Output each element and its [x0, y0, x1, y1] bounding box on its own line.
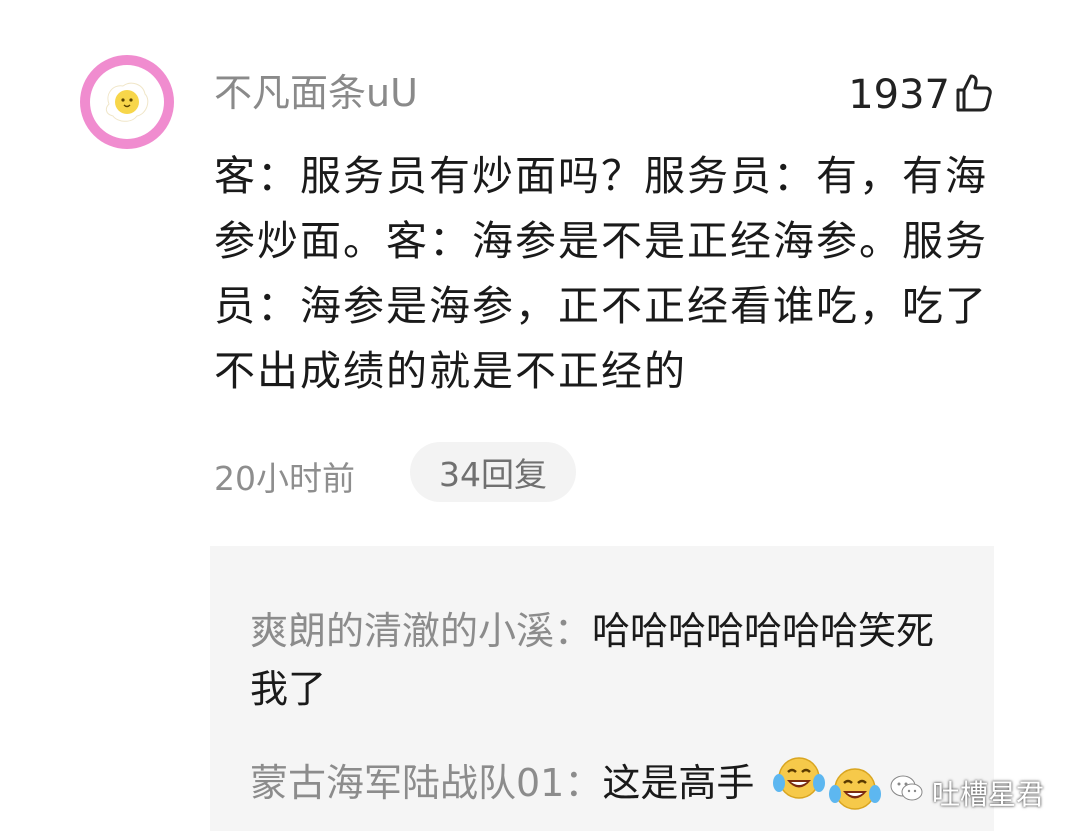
- comment-username[interactable]: 不凡面条uU: [214, 62, 418, 117]
- laughing-tears-emoji-icon: [772, 755, 826, 817]
- comment-timestamp: 20小时前: [214, 459, 355, 498]
- reply-author[interactable]: 蒙古海军陆战队01: [250, 761, 564, 805]
- like-button[interactable]: 1937: [848, 72, 994, 118]
- thumbs-up-icon: [952, 72, 994, 118]
- reply-content: 这是高手: [602, 761, 755, 805]
- fried-egg-avatar-icon: [90, 65, 164, 139]
- view-replies-button[interactable]: 34回复: [410, 442, 576, 502]
- wechat-icon: [890, 774, 924, 811]
- laughing-tears-emoji-icon: [828, 766, 882, 819]
- watermark-label: 吐槽星君: [931, 777, 1044, 811]
- comment-page: 不凡面条uU 1937 客：服务员有炒面吗？服务员：有，有海参炒面。客：海参是不…: [0, 0, 1080, 831]
- reply-separator: ：: [564, 761, 603, 805]
- watermark: 吐槽星君: [828, 766, 1044, 819]
- reply-item[interactable]: 爽朗的清澈的小溪：哈哈哈哈哈哈哈笑死我了: [250, 602, 966, 718]
- comment-body: 客：服务员有炒面吗？服务员：有，有海参炒面。客：海参是不是正经海参。服务员：海参…: [214, 152, 988, 395]
- user-avatar[interactable]: [80, 55, 174, 149]
- reply-author[interactable]: 爽朗的清澈的小溪: [250, 609, 554, 653]
- reply-separator: ：: [554, 609, 593, 653]
- like-count: 1937: [848, 72, 950, 118]
